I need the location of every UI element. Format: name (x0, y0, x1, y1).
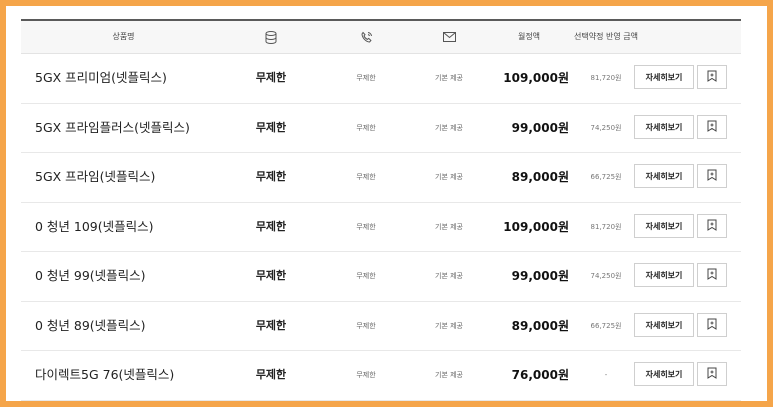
plan-name: 0 청년 89(넷플릭스) (35, 317, 146, 333)
plan-voice: 무제한 (356, 123, 376, 132)
plan-cell-actions: 자세히보기 (634, 54, 696, 102)
detail-button[interactable]: 자세히보기 (634, 164, 694, 188)
bookmark-icon (707, 202, 717, 250)
bookmark-button[interactable] (697, 213, 727, 238)
bookmark-button[interactable] (697, 263, 727, 287)
plan-sms: 기본 제공 (435, 74, 463, 82)
phone-call-icon (321, 21, 411, 53)
plan-voice: 무제한 (356, 74, 376, 82)
plan-cell-save (697, 54, 729, 102)
plan-data: 무제한 (255, 368, 287, 381)
plan-name: 5GX 프라임플러스(넷플릭스) (35, 119, 190, 135)
plan-data: 무제한 (255, 269, 287, 282)
bookmark-button[interactable] (697, 114, 727, 139)
detail-button[interactable]: 자세히보기 (634, 362, 694, 386)
plan-cell-save (697, 351, 729, 399)
plan-name: 0 청년 109(넷플릭스) (35, 218, 154, 234)
plan-table: 상품명 월정액 선택약정 반영 금액 5GX 프리미엄(넷플릭스) 무제한 무제… (21, 19, 741, 401)
plan-voice: 무제한 (356, 173, 376, 181)
bookmark-icon (707, 152, 717, 200)
plan-cell-actions: 자세히보기 (634, 153, 696, 201)
table-row: 0 청년 109(넷플릭스) 무제한 무제한 기본 제공 109,000원 81… (21, 203, 741, 252)
table-row: 5GX 프라임(넷플릭스) 무제한 무제한 기본 제공 89,000원 66,7… (21, 153, 741, 203)
plan-data: 무제한 (255, 318, 287, 332)
header-plan-name: 상품명 (112, 32, 135, 41)
plan-cell-save (697, 252, 729, 300)
plan-cell-actions: 자세히보기 (634, 351, 696, 399)
plan-voice: 무제한 (356, 371, 376, 379)
bookmark-button[interactable] (697, 312, 727, 337)
plan-price: 109,000원 (503, 219, 569, 234)
plan-name: 0 청년 99(넷플릭스) (35, 268, 146, 283)
bookmark-button[interactable] (697, 362, 727, 386)
plan-data: 무제한 (255, 120, 287, 134)
detail-button[interactable]: 자세히보기 (634, 213, 694, 238)
table-row: 5GX 프리미엄(넷플릭스) 무제한 무제한 기본 제공 109,000원 81… (21, 54, 741, 104)
plan-voice: 무제한 (356, 222, 376, 231)
bookmark-icon (707, 350, 717, 398)
detail-button[interactable]: 자세히보기 (634, 114, 694, 139)
plan-cell-save (697, 302, 729, 350)
plan-sms: 기본 제공 (435, 321, 463, 330)
bookmark-icon (707, 251, 717, 299)
plan-voice: 무제한 (356, 272, 376, 280)
plan-cell-save (697, 203, 729, 251)
bookmark-button[interactable] (697, 164, 727, 188)
envelope-icon (399, 21, 499, 53)
plan-price: 99,000원 (511, 269, 569, 283)
plan-name: 5GX 프라임(넷플릭스) (35, 169, 156, 184)
bookmark-icon (707, 301, 717, 349)
plan-sms: 기본 제공 (435, 272, 463, 280)
plan-sms: 기본 제공 (435, 173, 463, 181)
plan-cell-actions: 자세히보기 (634, 104, 696, 152)
plan-sms: 기본 제공 (435, 371, 463, 379)
plan-cell-actions: 자세히보기 (634, 252, 696, 300)
database-icon (226, 21, 316, 53)
plan-price: 89,000원 (511, 170, 569, 184)
plan-sms: 기본 제공 (435, 123, 463, 132)
detail-button[interactable]: 자세히보기 (634, 263, 694, 287)
plan-data: 무제한 (255, 170, 287, 183)
plan-price: 109,000원 (503, 71, 569, 85)
bookmark-icon (707, 103, 717, 151)
bookmark-button[interactable] (697, 65, 727, 89)
plan-cell-save (697, 153, 729, 201)
plan-name: 5GX 프리미엄(넷플릭스) (35, 70, 167, 85)
plan-name: 다이렉트5G 76(넷플릭스) (35, 367, 175, 382)
bookmark-icon (707, 53, 717, 101)
plan-price: 99,000원 (511, 120, 569, 135)
table-row: 다이렉트5G 76(넷플릭스) 무제한 무제한 기본 제공 76,000원 - … (21, 351, 741, 401)
plan-voice: 무제한 (356, 321, 376, 330)
table-row: 0 청년 89(넷플릭스) 무제한 무제한 기본 제공 89,000원 66,7… (21, 302, 741, 351)
plan-cell-actions: 자세히보기 (634, 203, 696, 251)
detail-button[interactable]: 자세히보기 (634, 65, 694, 89)
plan-sms: 기본 제공 (435, 222, 463, 231)
plan-cell-save (697, 104, 729, 152)
table-header: 상품명 월정액 선택약정 반영 금액 (21, 19, 741, 54)
table-row: 5GX 프라임플러스(넷플릭스) 무제한 무제한 기본 제공 99,000원 7… (21, 104, 741, 153)
plan-list-frame: 상품명 월정액 선택약정 반영 금액 5GX 프리미엄(넷플릭스) 무제한 무제… (6, 6, 767, 401)
plan-price: 89,000원 (511, 318, 569, 333)
plan-data: 무제한 (255, 71, 287, 84)
plan-data: 무제한 (255, 219, 287, 233)
table-row: 0 청년 99(넷플릭스) 무제한 무제한 기본 제공 99,000원 74,2… (21, 252, 741, 302)
detail-button[interactable]: 자세히보기 (634, 312, 694, 337)
plan-cell-actions: 자세히보기 (634, 302, 696, 350)
plan-price: 76,000원 (511, 368, 569, 382)
header-selective-discount: 선택약정 반영 금액 (574, 32, 638, 41)
